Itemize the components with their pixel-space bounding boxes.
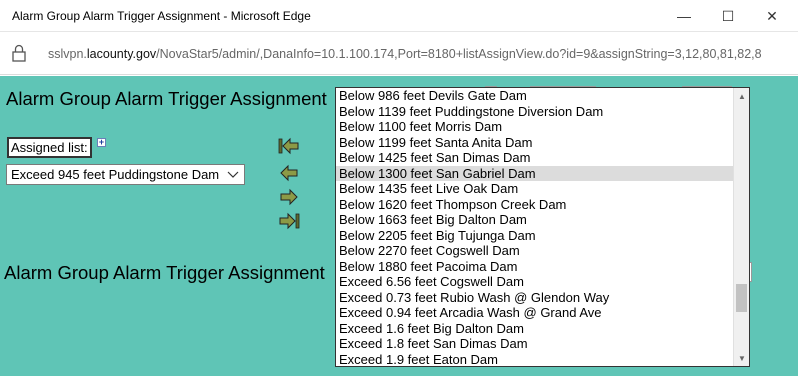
list-option[interactable]: Exceed 1.9 feet Eaton Dam [336, 352, 733, 367]
listbox-items: Below 986 feet Devils Gate Dam Below 1139… [336, 88, 733, 367]
url-text[interactable]: sslvpn.lacounty.gov/NovaStar5/admin/,Dan… [48, 47, 793, 61]
maximize-icon: ☐ [721, 7, 735, 24]
close-icon: ✕ [766, 7, 778, 24]
list-option[interactable]: Below 1139 feet Puddingstone Diversion D… [336, 104, 733, 120]
list-option[interactable]: Exceed 1.6 feet Big Dalton Dam [336, 321, 733, 337]
list-option[interactable]: Below 1663 feet Big Dalton Dam [336, 212, 733, 228]
close-button[interactable]: ✕ [750, 0, 794, 32]
list-option[interactable]: Below 986 feet Devils Gate Dam [336, 88, 733, 104]
address-bar[interactable]: sslvpn.lacounty.gov/NovaStar5/admin/,Dan… [0, 33, 798, 75]
move-right-button[interactable] [278, 188, 300, 206]
list-option[interactable]: Below 1100 feet Morris Dam [336, 119, 733, 135]
list-option[interactable]: Below 1880 feet Pacoima Dam [336, 259, 733, 275]
page-heading: Alarm Group Alarm Trigger Assignment [6, 88, 327, 109]
maximize-button[interactable]: ☐ [706, 0, 750, 32]
list-option[interactable]: Below 1300 feet San Gabriel Dam [336, 165, 733, 181]
list-option[interactable]: Below 2205 feet Big Tujunga Dam [336, 228, 733, 244]
assigned-select-value: Exceed 945 feet Puddingstone Dam [11, 167, 220, 182]
expand-icon[interactable]: + [97, 138, 106, 147]
list-option[interactable]: Below 1425 feet San Dimas Dam [336, 150, 733, 166]
list-option[interactable]: Below 2270 feet Cogswell Dam [336, 243, 733, 259]
move-all-left-button[interactable] [278, 137, 300, 155]
lock-icon [12, 44, 26, 62]
move-all-right-button[interactable] [278, 212, 300, 230]
minimize-icon: — [677, 8, 691, 24]
scroll-up-icon[interactable]: ▲ [734, 88, 749, 104]
list-option[interactable]: Exceed 1.8 feet San Dimas Dam [336, 336, 733, 352]
scroll-down-icon[interactable]: ▼ [734, 350, 749, 366]
url-path: /NovaStar5/admin/,DanaInfo=10.1.100.174,… [156, 47, 762, 61]
assigned-list-select[interactable]: Exceed 945 feet Puddingstone Dam [6, 164, 245, 185]
list-option[interactable]: Below 1435 feet Live Oak Dam [336, 181, 733, 197]
url-prefix: sslvpn. [48, 47, 87, 61]
list-option[interactable]: Exceed 0.73 feet Rubio Wash @ Glendon Wa… [336, 290, 733, 306]
page-heading-secondary: Alarm Group Alarm Trigger Assignment [4, 262, 325, 283]
listbox-scrollbar[interactable]: ▲ ▼ [733, 88, 749, 366]
chevron-down-icon [227, 171, 239, 178]
scrollbar-thumb[interactable] [736, 284, 747, 312]
list-option[interactable]: Below 1199 feet Santa Anita Dam [336, 135, 733, 151]
page-content: Alarm Group Alarm Trigger Assignment Ass… [0, 76, 798, 376]
assigned-list-button[interactable]: Assigned list: [7, 137, 92, 158]
url-host: lacounty.gov [86, 47, 157, 61]
window-title: Alarm Group Alarm Trigger Assignment - M… [12, 9, 311, 23]
list-option[interactable]: Exceed 0.94 feet Arcadia Wash @ Grand Av… [336, 305, 733, 321]
list-option[interactable]: Exceed 6.56 feet Cogswell Dam [336, 274, 733, 290]
available-triggers-listbox[interactable]: Below 986 feet Devils Gate Dam Below 1139… [335, 87, 750, 367]
list-option[interactable]: Below 1620 feet Thompson Creek Dam [336, 197, 733, 213]
minimize-button[interactable]: — [662, 0, 706, 32]
move-left-button[interactable] [278, 164, 300, 182]
title-bar: Alarm Group Alarm Trigger Assignment - M… [0, 0, 798, 32]
